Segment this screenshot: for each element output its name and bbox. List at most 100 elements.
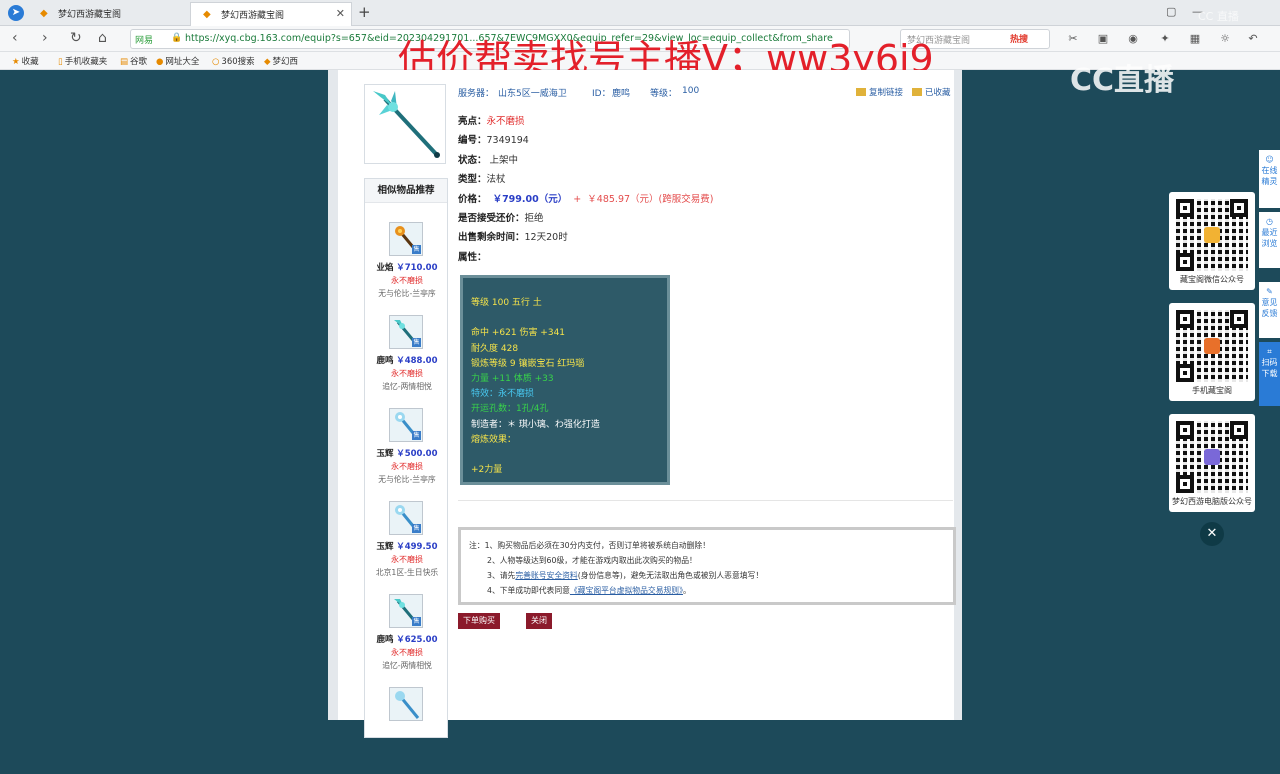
cross-server-fee: ￥485.97（元）(跨服交易费): [587, 193, 714, 205]
bookmark-item[interactable]: ▯ 手机收藏夹: [58, 55, 107, 67]
item-image: 售: [389, 594, 423, 628]
shield-icon[interactable]: ◉: [1126, 32, 1140, 46]
id-label: ID：: [592, 89, 611, 99]
buy-button[interactable]: 下单购买: [458, 613, 500, 629]
server-label: 服务器：: [458, 89, 495, 99]
level-value: 100: [682, 86, 700, 96]
item-stats-box: 等级 100 五行 土 命中 +621 伤害 +341 耐久度 428 锻炼等级…: [460, 275, 670, 485]
item-image: 售: [389, 501, 423, 535]
main-page: 服务器： 山东5区一威海卫 ID： 鹿鸣 等级： 100 复制链接 已收藏 亮点…: [328, 70, 962, 738]
bookmark-item[interactable]: ○ 360搜索: [212, 55, 255, 67]
avatar-icon: ☺: [1265, 155, 1274, 164]
item-attributes: 亮点：永不磨损 编号：7349194 状态： 上架中 类型：法杖 价格： ￥79…: [458, 116, 714, 263]
trade-rules-link[interactable]: 《藏宝阁平台虚拟物品交易规则》: [570, 586, 683, 595]
game-favicon-icon: ◆: [40, 8, 48, 19]
price-value: ￥799.00（元）: [492, 193, 568, 205]
status-value: 上架中: [489, 154, 519, 166]
qr-code: [1176, 310, 1248, 382]
game-favicon-icon: ◆: [264, 57, 271, 67]
clock-icon: ◷: [1266, 217, 1273, 226]
related-item[interactable]: 售 业焰 ￥710.00 永不磨损 无与伦比-兰亭序: [365, 216, 449, 309]
back-icon[interactable]: ‹: [12, 30, 18, 46]
bookmark-item[interactable]: ★ 收藏: [12, 55, 39, 67]
type-value: 法杖: [486, 174, 506, 186]
related-item[interactable]: 售 玉辉 ￥500.00 永不磨损 无与伦比-兰亭序: [365, 402, 449, 495]
time-remaining: 12天20时: [524, 232, 568, 244]
qr-code: [1176, 421, 1248, 493]
close-qr-panel-icon[interactable]: ✕: [1200, 522, 1224, 546]
side-tab-download[interactable]: ⌗ 扫码 下载: [1259, 342, 1280, 406]
related-title: 相似物品推荐: [365, 179, 447, 203]
game-favicon-icon: ◆: [203, 9, 211, 20]
related-item[interactable]: 售 鹿鸣 ￥488.00 永不磨损 追忆-两情相悦: [365, 309, 449, 402]
window-menu-icon[interactable]: ▢: [1166, 5, 1176, 18]
close-button[interactable]: 关闭: [526, 613, 552, 629]
folder-icon: [912, 88, 922, 96]
browser-tab-2[interactable]: ◆ 梦幻西游藏宝阁 ✕: [190, 2, 352, 26]
cc-corner-logo: CC 直播: [1198, 10, 1239, 23]
side-tab-online-helper[interactable]: ☺ 在线 精灵: [1259, 150, 1280, 208]
bargain-value: 拒绝: [524, 213, 544, 225]
tab-title: 梦幻西游藏宝阁: [58, 10, 122, 20]
level-label: 等级：: [650, 89, 678, 99]
bookmark-item[interactable]: ● 网址大全: [156, 55, 199, 67]
copy-link-button[interactable]: 复制链接: [856, 86, 903, 98]
qr-label: 藏宝阁微信公众号: [1180, 275, 1244, 284]
tab-title: 梦幻西游藏宝阁: [221, 11, 285, 21]
trade-badge: 售: [412, 524, 421, 533]
item-image: 售: [389, 408, 423, 442]
account-security-link[interactable]: 完善账号安全资料: [515, 571, 577, 580]
item-thumbnail: [364, 84, 446, 164]
qr-card-mobile: 手机藏宝阁: [1169, 303, 1255, 401]
game-icon[interactable]: ✦: [1158, 32, 1172, 46]
trade-badge: 售: [412, 617, 421, 626]
related-item[interactable]: [365, 681, 449, 774]
browser-tab-bar: ➤ ◆ 梦幻西游藏宝阁 ◆ 梦幻西游藏宝阁 ✕ + ▢ —: [0, 0, 1280, 26]
staff-icon: [373, 91, 440, 158]
reload-icon[interactable]: ↻: [70, 30, 82, 46]
item-image: 售: [389, 222, 423, 256]
extension-icon[interactable]: ▣: [1096, 32, 1110, 46]
section-divider: [458, 500, 953, 501]
item-image: [389, 687, 423, 721]
side-tab-feedback[interactable]: ✎ 意见 反馈: [1259, 282, 1280, 338]
related-items-sidebar: 相似物品推荐 售 业焰 ￥710.00 永不磨损 无与伦比-兰亭序 售 鹿鸣 ￥…: [364, 178, 448, 738]
home-icon[interactable]: ⌂: [98, 30, 107, 46]
edit-icon: ✎: [1266, 287, 1273, 296]
side-tab-recent[interactable]: ◷ 最近 浏览: [1259, 212, 1280, 268]
site-label: 网易: [135, 36, 154, 46]
brightness-icon[interactable]: ☼: [1218, 32, 1232, 46]
globe-icon: ●: [156, 57, 164, 67]
serial-value: 7349194: [486, 135, 529, 147]
id-value: 鹿鸣: [612, 89, 631, 99]
qr-card-wechat: 藏宝阁微信公众号: [1169, 192, 1255, 290]
search360-icon: ○: [212, 57, 220, 67]
item-detail-panel: 服务器： 山东5区一威海卫 ID： 鹿鸣 等级： 100 复制链接 已收藏 亮点…: [356, 70, 956, 738]
bookmark-item[interactable]: ◆ 梦幻西: [264, 55, 298, 67]
collected-button[interactable]: 已收藏: [912, 86, 951, 98]
qr-label: 梦幻西游电脑版公众号: [1172, 497, 1252, 506]
related-item[interactable]: 售 玉辉 ￥499.50 永不磨损 北京1区-生日快乐: [365, 495, 449, 588]
browser-tab-1[interactable]: ◆ 梦幻西游藏宝阁: [28, 2, 190, 26]
page-icon: ▤: [120, 57, 129, 67]
bookmark-item[interactable]: ▤ 谷歌: [120, 55, 147, 67]
browser-logo-icon[interactable]: ➤: [8, 5, 24, 21]
staff-icon: [395, 691, 420, 719]
hot-search-label[interactable]: 热搜: [1010, 32, 1028, 45]
trade-badge: 售: [412, 245, 421, 254]
scissors-icon[interactable]: ✂: [1066, 32, 1080, 46]
trade-badge: 售: [412, 338, 421, 347]
scan-icon: ⌗: [1267, 347, 1272, 356]
qr-label: 手机藏宝阁: [1192, 386, 1232, 395]
lock-icon: 🔒: [171, 33, 183, 43]
related-item[interactable]: 售 鹿鸣 ￥625.00 永不磨损 追忆-两情相悦: [365, 588, 449, 681]
undo-icon[interactable]: ↶: [1246, 32, 1260, 46]
phone-icon: ▯: [58, 57, 63, 67]
grid-icon[interactable]: ▦: [1188, 32, 1202, 46]
new-tab-icon[interactable]: +: [358, 3, 371, 21]
forward-icon[interactable]: ›: [42, 30, 48, 46]
server-value: 山东5区一威海卫: [498, 89, 567, 99]
qr-code: [1176, 199, 1248, 271]
purchase-notes: 注：1、购买物品后必须在30分内支付，否则订单将被系统自动删除！ 2、人物等级达…: [458, 527, 956, 605]
close-tab-icon[interactable]: ✕: [336, 7, 345, 20]
